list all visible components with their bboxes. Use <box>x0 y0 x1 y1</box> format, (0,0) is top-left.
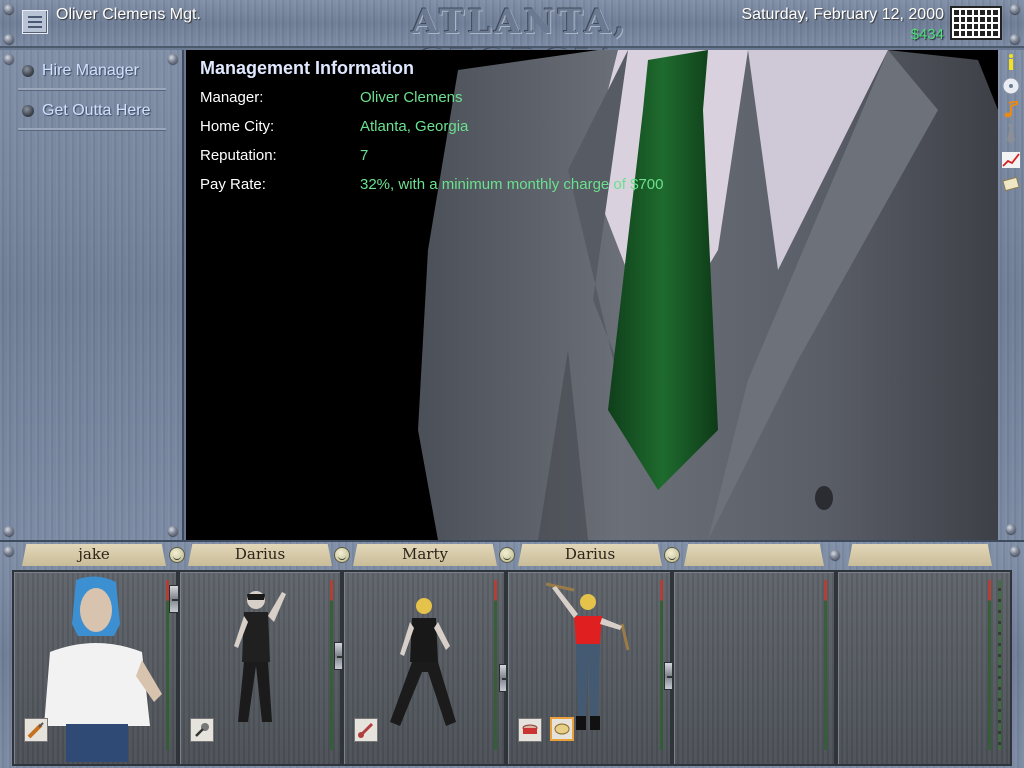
member-name <box>848 544 992 545</box>
money-balance: $434 <box>910 26 944 43</box>
get-outta-here-button[interactable]: Get Outta Here <box>18 92 166 130</box>
band-member-slot[interactable] <box>342 570 506 766</box>
info-label: Reputation: <box>200 147 277 164</box>
info-label: Home City: <box>200 118 275 135</box>
member-name-tab[interactable]: Marty <box>353 544 497 566</box>
rivet <box>1010 34 1020 44</box>
mood-icon[interactable] <box>334 547 350 563</box>
info-value: Atlanta, Georgia <box>360 118 469 135</box>
menu-item-label: Get Outta Here <box>42 102 151 119</box>
member-name-tab[interactable]: jake <box>22 544 166 566</box>
microphone-icon[interactable] <box>190 718 214 742</box>
cd-icon[interactable] <box>1001 76 1021 96</box>
member-name: Darius <box>234 545 286 563</box>
management-info-panel: Management Information Manager: Oliver C… <box>186 50 998 540</box>
volume-meter <box>330 580 333 750</box>
rivet <box>4 54 14 64</box>
rivet <box>4 546 14 556</box>
menu-item-label: Hire Manager <box>42 62 139 79</box>
mood-icon[interactable] <box>664 547 680 563</box>
member-name-tab[interactable]: Darius <box>188 544 332 566</box>
bullet-icon <box>22 105 34 117</box>
band-member-slot[interactable] <box>506 570 672 766</box>
management-name: Oliver Clemens Mgt. <box>56 6 201 23</box>
right-icon-strip <box>998 50 1024 540</box>
band-panel: jake Darius Marty Darius <box>0 540 1024 768</box>
bullet-icon <box>22 65 34 77</box>
info-value: Oliver Clemens <box>360 89 463 106</box>
empty-member-slot <box>836 570 1012 766</box>
tie-icon[interactable] <box>1001 124 1021 144</box>
info-title: Management Information <box>200 58 415 78</box>
drum-icon[interactable] <box>518 718 542 742</box>
menu-list-icon[interactable] <box>22 10 48 34</box>
member-name-tab[interactable]: Darius <box>518 544 662 566</box>
member-name <box>684 544 824 545</box>
empty-member-slot <box>672 570 836 766</box>
rivet <box>168 54 178 64</box>
member-figure <box>44 576 162 762</box>
tambourine-icon[interactable] <box>550 717 574 741</box>
hire-manager-button[interactable]: Hire Manager <box>18 52 166 90</box>
member-name: Marty <box>402 545 448 563</box>
bass-guitar-icon[interactable] <box>354 718 378 742</box>
info-label: Manager: <box>200 89 264 106</box>
mood-icon[interactable] <box>169 547 185 563</box>
member-name: jake <box>78 545 110 563</box>
left-menu-panel: Hire Manager Get Outta Here <box>0 50 184 540</box>
volume-meter <box>988 580 991 750</box>
member-name-tab <box>684 544 824 566</box>
member-name-tab <box>848 544 992 566</box>
volume-meter <box>824 580 827 750</box>
volume-meter <box>494 580 497 750</box>
guitar-icon[interactable] <box>24 718 48 742</box>
info-value: 32%, with a minimum monthly charge of $7… <box>360 176 664 193</box>
member-figure <box>545 582 630 730</box>
rivet <box>168 526 178 536</box>
rivet <box>4 4 14 14</box>
manager-portrait <box>418 50 998 540</box>
rivet <box>830 550 840 560</box>
member-figure <box>390 598 456 726</box>
chart-icon[interactable] <box>1001 150 1021 170</box>
member-name: Darius <box>564 545 616 563</box>
volume-meter <box>660 580 663 750</box>
current-date: Saturday, February 12, 2000 <box>741 6 945 23</box>
calendar-icon[interactable] <box>950 6 1002 40</box>
rivet <box>1006 524 1016 534</box>
rivet <box>4 526 14 536</box>
band-member-slot[interactable] <box>178 570 342 766</box>
rivet <box>1010 4 1020 14</box>
mood-icon[interactable] <box>499 547 515 563</box>
info-label: Pay Rate: <box>200 176 266 193</box>
rivet <box>4 34 14 44</box>
ticket-icon[interactable] <box>1001 174 1021 194</box>
rivet <box>1010 546 1020 556</box>
music-note-icon[interactable] <box>1001 100 1021 120</box>
volume-meter <box>998 580 1001 750</box>
top-bar: Oliver Clemens Mgt. ATLANTA, GEORGIA Sat… <box>0 0 1024 82</box>
info-value: 7 <box>360 147 369 164</box>
info-icon[interactable] <box>1001 52 1021 72</box>
band-member-slot[interactable] <box>12 570 178 766</box>
member-figure <box>234 591 286 722</box>
